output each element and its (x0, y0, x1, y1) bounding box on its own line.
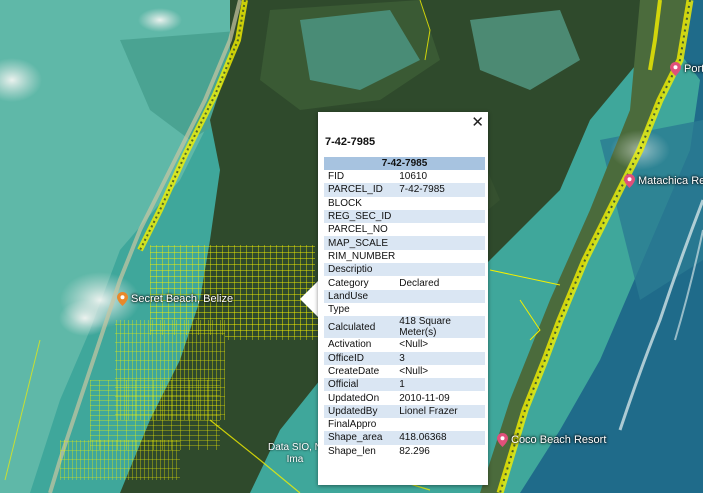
table-row: REG_SEC_ID (324, 209, 485, 224)
table-row: FinalAppro (324, 418, 485, 431)
table-row: MAP_SCALE (324, 236, 485, 250)
attribute-key: BLOCK (328, 197, 362, 209)
attribute-key: Shape_len (328, 445, 376, 457)
table-row: CreateDate <Null> (324, 365, 485, 378)
attribute-key: Calculated (324, 316, 398, 339)
attribute-key: REG_SEC_ID (324, 209, 398, 224)
attribute-value (397, 236, 485, 250)
table-row: Descriptio (324, 263, 485, 277)
table-row: PARCEL_ID 7-42-7985 (324, 183, 485, 197)
attribute-value: 3 (397, 351, 485, 365)
table-row: Shape_len 82.296 (324, 445, 485, 458)
table-row: Official 1 (324, 378, 485, 392)
attribute-key: OfficeID (324, 351, 398, 365)
attribute-key: RIM_NUMBER (328, 250, 396, 262)
attribute-key: FinalAppro (328, 419, 377, 431)
attribute-key: Shape_area (324, 431, 398, 445)
table-row: Category Declared (324, 276, 485, 289)
attribute-key: UpdatedOn (328, 392, 380, 404)
map-pin-icon (670, 62, 681, 76)
popup-title: 7-42-7985 (325, 136, 376, 148)
attribute-value (397, 289, 485, 303)
attribute-key: Descriptio (324, 263, 398, 277)
attribute-value: Lionel Frazer (397, 404, 485, 419)
table-row: OfficeID 3 (324, 351, 485, 365)
table-row: FID 10610 (324, 170, 485, 183)
table-row: UpdatedOn 2010-11-09 (324, 391, 485, 404)
attribute-key: CreateDate (328, 366, 380, 377)
poi-label: Coco Beach Resort (511, 434, 607, 446)
attribute-value (397, 250, 485, 263)
table-row: Type (324, 303, 485, 316)
attribute-key: LandUse (324, 289, 398, 303)
attribute-value: <Null> (399, 339, 429, 351)
attribute-key: UpdatedBy (324, 404, 398, 419)
table-row: LandUse (324, 289, 485, 303)
attribute-value (397, 263, 485, 277)
popup-pointer (300, 281, 318, 317)
table-row: Activation <Null> (324, 338, 485, 351)
map-pin-icon (624, 174, 635, 188)
attribute-key: Official (324, 378, 398, 392)
attribute-key: PARCEL_ID (324, 183, 398, 197)
map-pin-icon (117, 292, 128, 306)
table-row: PARCEL_NO (324, 223, 485, 236)
attribute-value (397, 418, 485, 431)
poi-matachica[interactable]: Matachica Res (624, 174, 703, 188)
poi-secret-beach[interactable]: Secret Beach, Belize (117, 292, 233, 306)
attribute-value (397, 223, 485, 236)
attribute-value: <Null> (399, 366, 429, 377)
attribute-key: Activation (328, 339, 372, 351)
attribute-value: 7-42-7985 (397, 183, 485, 197)
close-icon[interactable]: ✕ (471, 113, 484, 131)
attribute-table: 7-42-7985 FID 10610 PARCEL_ID 7-42-7985 BL… (324, 157, 485, 458)
table-row: Shape_area 418.06368 (324, 431, 485, 445)
feature-info-popup: ✕ 7-42-7985 7-42-7985 FID 10610 PARCEL_ID… (318, 112, 488, 485)
attribute-key: MAP_SCALE (324, 236, 398, 250)
map-attribution: Data SIO, N Ima (268, 442, 322, 466)
attribute-table-header: 7-42-7985 (324, 157, 485, 170)
poi-label: Secret Beach, Belize (131, 293, 234, 305)
poi-label: Porto (684, 63, 703, 75)
attribute-value: 10610 (399, 171, 428, 183)
attribution-line-1: Data SIO, N (268, 442, 322, 453)
attribute-value: 1 (397, 378, 485, 392)
attribution-line-2: Ima (286, 454, 304, 465)
attribute-key: FID (328, 171, 345, 183)
attribute-value: 418 Square Meter(s) (397, 316, 485, 339)
table-row: Calculated 418 Square Meter(s) (324, 316, 485, 339)
attribute-value: Declared (399, 277, 440, 289)
attribute-value: 2010-11-09 (399, 392, 450, 404)
attribute-key: Category (328, 277, 369, 289)
attribute-value: 418.06368 (397, 431, 485, 445)
attribute-key: Type (328, 304, 350, 316)
poi-coco-beach[interactable]: Coco Beach Resort (497, 433, 606, 447)
attribute-key: PARCEL_NO (328, 224, 388, 236)
table-row: UpdatedBy Lionel Frazer (324, 404, 485, 419)
poi-porto[interactable]: Porto (670, 62, 703, 76)
attribute-value: 82.296 (399, 445, 430, 457)
attribute-value (397, 303, 485, 316)
map-pin-icon (497, 433, 508, 447)
table-row: RIM_NUMBER (324, 250, 485, 263)
poi-label: Matachica Res (638, 175, 703, 187)
table-row: BLOCK (324, 197, 485, 210)
attribute-value (397, 209, 485, 224)
attribute-value (397, 197, 485, 210)
